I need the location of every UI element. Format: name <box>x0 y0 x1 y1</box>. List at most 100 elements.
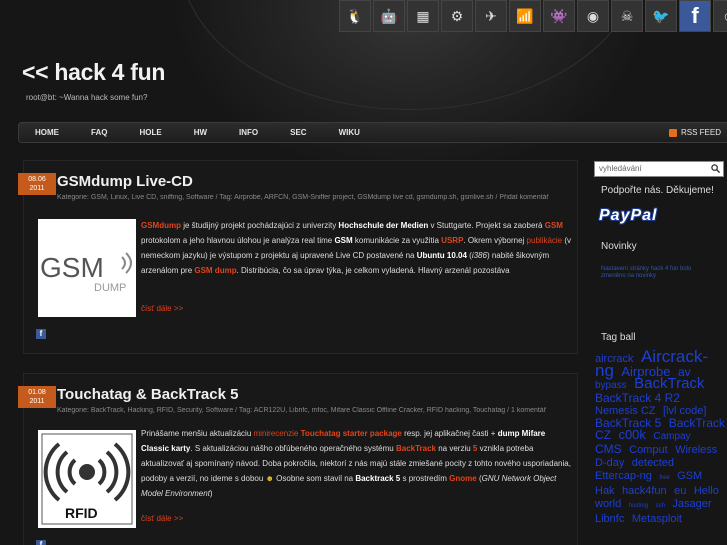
hardware-icon[interactable]: ⚙ <box>441 0 473 32</box>
svg-text:GSM: GSM <box>40 252 104 283</box>
search-icon[interactable] <box>711 164 720 173</box>
excerpt-text: na verziu <box>436 444 473 453</box>
link-gnome[interactable]: Gnome <box>449 474 477 483</box>
svg-text:DUMP: DUMP <box>94 282 126 294</box>
excerpt-bold: Backtrack 5 <box>355 474 401 483</box>
facebook-share-icon[interactable]: f <box>36 329 46 339</box>
excerpt-text: je študijný projekt pochádzajúci z unive… <box>181 221 339 230</box>
link-usrp[interactable]: USRP <box>441 236 463 245</box>
tag-link[interactable]: GSM <box>677 470 702 482</box>
post-date-year: 2011 <box>29 398 45 405</box>
svg-text:RFID: RFID <box>65 505 98 521</box>
gadget-icon[interactable]: ✈ <box>475 0 507 32</box>
link-gsm[interactable]: GSM <box>545 221 563 230</box>
search-placeholder: vyhledávání <box>599 164 642 173</box>
read-more-link[interactable]: čísť dále >> <box>141 514 183 523</box>
avatar-icon[interactable]: ☺ <box>713 0 727 32</box>
tag-link[interactable]: Comput <box>629 444 668 456</box>
excerpt-text: . S aktualizáciou nášho obľúbeného opera… <box>190 444 396 453</box>
tag-link[interactable]: detected <box>632 457 674 469</box>
post-touchatag: 01.08 2011 Touchatag & BackTrack 5 Kateg… <box>18 373 578 545</box>
nav-home[interactable]: HOME <box>19 128 75 137</box>
header-thumbnail-strip: 🐧🤖▦⚙✈📶👾◉☠🐦f☺ <box>339 0 727 32</box>
tag-link[interactable]: Campay <box>653 431 690 442</box>
tag-link[interactable]: c00k <box>618 427 645 442</box>
excerpt-text: Osobne som stavil na <box>273 474 356 483</box>
news-heading: Novinky <box>601 241 637 252</box>
link-backtrack[interactable]: BackTrack <box>396 444 436 453</box>
tag-link[interactable]: CMS <box>595 442 622 456</box>
facebook-icon[interactable]: f <box>679 0 711 32</box>
nav-wiku[interactable]: WIKU <box>323 128 376 137</box>
link-gsm-dump[interactable]: GSM dump <box>194 266 236 275</box>
post-excerpt: GSMdump je študijný projekt pochádzajúci… <box>141 218 571 278</box>
post-date-year: 2011 <box>29 185 45 192</box>
excerpt-text: ) <box>209 489 213 498</box>
gsmdump-logo-image[interactable]: GSM DUMP <box>38 219 136 317</box>
search-input[interactable]: vyhledávání <box>594 161 724 177</box>
tag-link[interactable]: free <box>659 475 669 481</box>
tag-link[interactable]: hosting <box>629 503 648 509</box>
tag-link[interactable]: Jasager <box>672 498 711 510</box>
excerpt-text: . Distribúcia, čo sa úprav týka, je celk… <box>236 266 510 275</box>
tag-link[interactable]: eu <box>674 485 686 497</box>
tag-cloud: aircrack Aircrack-ng Airprobe av bypass … <box>594 348 725 525</box>
link-touchatag-starter[interactable]: Touchatag starter package <box>301 429 402 438</box>
tag-link[interactable]: Libnfc <box>595 513 624 525</box>
tux-icon[interactable]: 🐧 <box>339 0 371 32</box>
post-date-badge: 08.06 2011 <box>18 173 56 195</box>
wifi-icon[interactable]: 📶 <box>509 0 541 32</box>
tag-link[interactable]: BackTrack <box>634 375 704 392</box>
rss-feed-link[interactable]: RSS FEED <box>668 128 721 137</box>
excerpt-text: komunikácie za využitia <box>352 236 442 245</box>
news-link[interactable]: Nastavení stránky hack 4 fun bolo zmeněn… <box>594 266 704 280</box>
monster-icon[interactable]: 👾 <box>543 0 575 32</box>
excerpt-text: s prostredím <box>400 474 450 483</box>
rss-icon <box>668 128 677 137</box>
link-minirecenzie[interactable]: minirecenzie <box>254 429 299 438</box>
tag-link[interactable]: BackTrack 4 R2 <box>595 391 680 405</box>
bird-icon[interactable]: 🐦 <box>645 0 677 32</box>
chip-icon[interactable]: ▦ <box>407 0 439 32</box>
tag-link[interactable]: bypass <box>595 380 627 391</box>
smiley-icon: ☻ <box>265 474 274 483</box>
post-title[interactable]: Touchatag & BackTrack 5 <box>57 386 238 403</box>
tag-link[interactable]: Wireless <box>675 444 717 456</box>
mask-icon[interactable]: ☠ <box>611 0 643 32</box>
tag-link[interactable]: Ettercap-ng <box>595 470 652 482</box>
link-gsmdump[interactable]: GSMdump <box>141 221 181 230</box>
tag-link[interactable]: D-day <box>595 457 624 469</box>
rfid-logo-image[interactable]: RFID <box>38 430 136 528</box>
post-date-day: 08.06 <box>28 176 46 183</box>
donate-heading: Podpořte nás. Děkujeme! <box>601 185 714 196</box>
excerpt-italic: i386 <box>471 251 487 260</box>
excerpt-bold: Hochschule der Medien <box>338 221 429 230</box>
nav-sec[interactable]: SEC <box>274 128 322 137</box>
excerpt-text: resp. jej aplikačnej časti + <box>401 429 498 438</box>
tag-link[interactable]: hack4fun <box>622 485 667 497</box>
nav-faq[interactable]: FAQ <box>75 128 123 137</box>
excerpt-text: v Stuttgarte. Projekt sa zaoberá <box>428 221 545 230</box>
tag-link[interactable]: Hak <box>595 485 615 497</box>
gsm-logo-icon: GSM DUMP <box>40 252 132 294</box>
link-publikacie[interactable]: publikácie <box>527 236 563 245</box>
rss-label: RSS FEED <box>680 128 721 137</box>
nav-info[interactable]: INFO <box>223 128 274 137</box>
tag-link[interactable]: Metasploit <box>632 513 682 525</box>
post-meta: Kategorie: BackTrack, Hacking, RFID, Sec… <box>57 407 547 414</box>
post-excerpt: Prinášame menšiu aktualizáciu minirecenz… <box>141 426 571 501</box>
coin-icon[interactable]: ◉ <box>577 0 609 32</box>
main-navigation: HOME FAQ HOLE HW INFO SEC WIKU RSS FEED <box>18 122 727 143</box>
nav-hw[interactable]: HW <box>178 128 223 137</box>
post-title[interactable]: GSMdump Live-CD <box>57 173 193 190</box>
excerpt-bold: GSM <box>334 236 353 245</box>
nav-hole[interactable]: HOLE <box>123 128 177 137</box>
site-title[interactable]: << hack 4 fun <box>22 59 165 86</box>
excerpt-text: . Okrem výbornej <box>463 236 527 245</box>
read-more-link[interactable]: čísť dále >> <box>141 304 183 313</box>
facebook-share-icon[interactable]: f <box>36 540 46 545</box>
tag-link[interactable]: ssh <box>656 503 665 509</box>
paypal-button[interactable]: PayPal <box>599 207 719 229</box>
robot-icon[interactable]: 🤖 <box>373 0 405 32</box>
tags-heading: Tag ball <box>601 332 636 343</box>
